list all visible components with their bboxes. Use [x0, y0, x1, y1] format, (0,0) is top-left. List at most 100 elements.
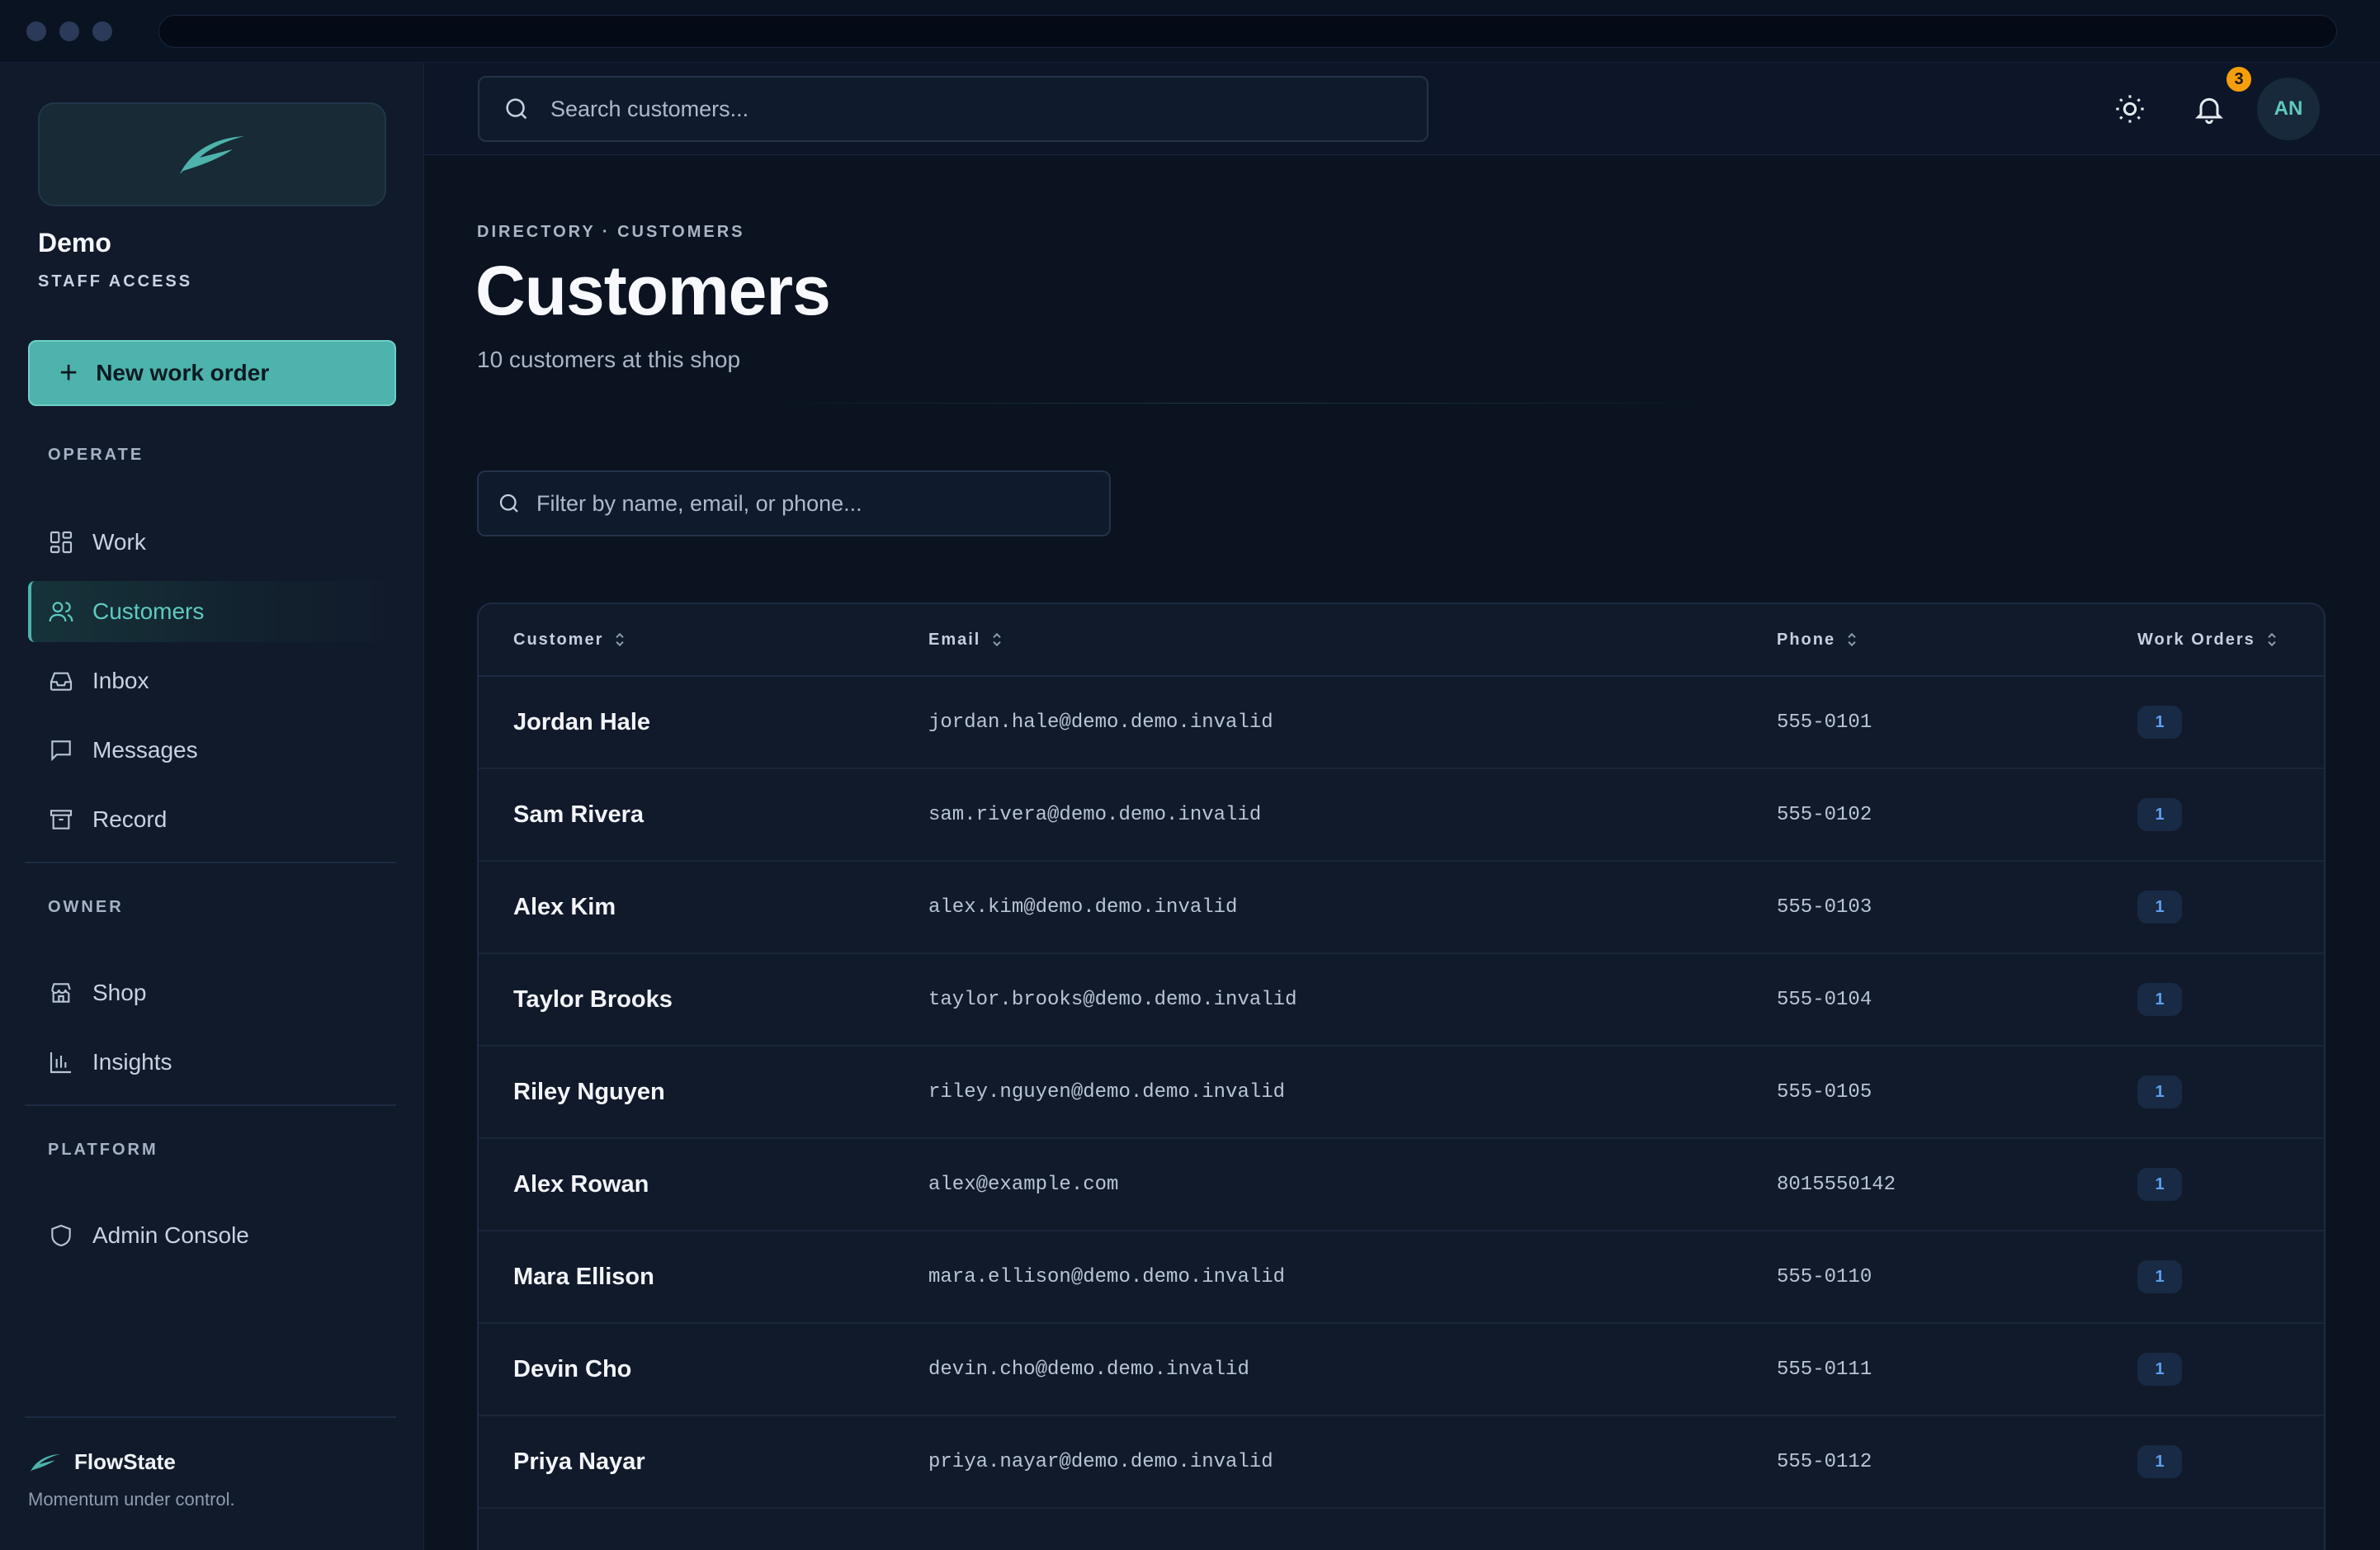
theme-toggle-button[interactable] [2110, 89, 2150, 129]
column-label: Customer [513, 630, 604, 649]
sidebar-item-record[interactable]: Record [28, 789, 396, 850]
customer-name[interactable]: Alex Kim [513, 894, 616, 921]
column-header-work-orders[interactable]: Work Orders [2137, 631, 2278, 650]
table-header: Customer Email Phone Work Orders [479, 604, 2324, 677]
avatar[interactable]: AN [2257, 78, 2320, 140]
shop-role: STAFF ACCESS [38, 272, 193, 291]
sort-icon [616, 632, 625, 647]
customer-phone: 8015550142 [1777, 1173, 1896, 1196]
table-row[interactable] [479, 1509, 2324, 1550]
window-controls [26, 21, 158, 41]
column-header-email[interactable]: Email [928, 631, 1003, 650]
filter-input[interactable] [536, 490, 1088, 517]
page-title: Customers [475, 252, 831, 329]
column-header-customer[interactable]: Customer [513, 631, 626, 650]
grid-icon [50, 531, 73, 554]
address-bar[interactable] [158, 15, 2337, 48]
sort-icon [993, 632, 1002, 647]
topbar: 3 AN [425, 63, 2380, 155]
brand-footer: FlowState [28, 1449, 176, 1475]
sort-icon [1848, 632, 1856, 647]
customer-name[interactable]: Taylor Brooks [513, 986, 673, 1014]
table-row[interactable]: Taylor Brooks taylor.brooks@demo.demo.in… [479, 954, 2324, 1047]
customer-email: alex.kim@demo.demo.invalid [928, 896, 1238, 919]
shop-name: Demo [38, 228, 111, 258]
customer-email: mara.ellison@demo.demo.invalid [928, 1265, 1286, 1288]
work-orders-count: 1 [2137, 1168, 2182, 1201]
sidebar-item-label: Insights [92, 1049, 172, 1075]
table-row[interactable]: Alex Kim alex.kim@demo.demo.invalid 555-… [479, 862, 2324, 954]
table-row[interactable]: Priya Nayar priya.nayar@demo.demo.invali… [479, 1416, 2324, 1509]
column-label: Email [928, 630, 981, 649]
customer-name[interactable]: Riley Nguyen [513, 1079, 665, 1106]
sidebar-divider [25, 862, 396, 863]
window-minimize-dot[interactable] [59, 21, 79, 41]
customer-name[interactable]: Sam Rivera [513, 801, 644, 829]
work-orders-count: 1 [2137, 1445, 2182, 1478]
sidebar-item-messages[interactable]: Messages [28, 720, 396, 781]
customer-phone: 555-0102 [1777, 803, 1872, 826]
window-chrome [0, 0, 2380, 63]
table-row[interactable]: Jordan Hale jordan.hale@demo.demo.invali… [479, 677, 2324, 769]
work-orders-count: 1 [2137, 983, 2182, 1016]
sidebar-item-admin-console[interactable]: Admin Console [28, 1205, 396, 1266]
customer-phone: 555-0111 [1777, 1358, 1872, 1381]
sidebar-item-customers[interactable]: Customers [28, 581, 396, 642]
customer-name[interactable]: Priya Nayar [513, 1448, 645, 1476]
customer-email: taylor.brooks@demo.demo.invalid [928, 988, 1297, 1011]
notifications-button[interactable] [2189, 89, 2229, 129]
customer-name[interactable]: Alex Rowan [513, 1171, 649, 1198]
sidebar-divider [25, 1104, 396, 1106]
leaf-logo-icon [30, 1453, 61, 1472]
customer-search[interactable] [478, 76, 1428, 142]
customer-phone: 555-0105 [1777, 1080, 1872, 1103]
customers-table: Customer Email Phone Work Orders Jordan … [477, 603, 2326, 1550]
table-row[interactable]: Devin Cho devin.cho@demo.demo.invalid 55… [479, 1324, 2324, 1416]
users-icon [49, 602, 73, 622]
message-icon [51, 740, 71, 762]
customer-email: devin.cho@demo.demo.invalid [928, 1358, 1249, 1381]
sidebar-item-label: Shop [92, 980, 147, 1005]
section-label-owner: OWNER [48, 898, 124, 916]
customer-phone: 555-0110 [1777, 1265, 1872, 1288]
header-divider [743, 403, 1733, 404]
brand-tagline: Momentum under control. [28, 1489, 235, 1510]
work-orders-count: 1 [2137, 1260, 2182, 1293]
search-icon [506, 98, 527, 120]
sidebar-item-work[interactable]: Work [28, 512, 396, 573]
customer-phone: 555-0104 [1777, 988, 1872, 1011]
sidebar-item-inbox[interactable]: Inbox [28, 650, 396, 711]
table-row[interactable]: Mara Ellison mara.ellison@demo.demo.inva… [479, 1231, 2324, 1324]
notification-badge: 3 [2224, 64, 2254, 94]
sidebar-divider [25, 1416, 396, 1418]
customer-name[interactable]: Jordan Hale [513, 709, 650, 736]
customer-email: jordan.hale@demo.demo.invalid [928, 711, 1273, 734]
new-work-order-button[interactable]: + New work order [28, 340, 396, 406]
work-orders-count: 1 [2137, 891, 2182, 924]
table-row[interactable]: Sam Rivera sam.rivera@demo.demo.invalid … [479, 769, 2324, 862]
customer-phone: 555-0103 [1777, 896, 1872, 919]
page-subtitle: 10 customers at this shop [477, 347, 741, 372]
search-input[interactable] [550, 96, 1382, 122]
brand-name: FlowState [74, 1449, 176, 1474]
table-row[interactable]: Riley Nguyen riley.nguyen@demo.demo.inva… [479, 1047, 2324, 1139]
window-close-dot[interactable] [26, 21, 46, 41]
table-row[interactable]: Alex Rowan alex@example.com 8015550142 1 [479, 1139, 2324, 1231]
column-header-phone[interactable]: Phone [1777, 631, 1858, 650]
window-maximize-dot[interactable] [92, 21, 112, 41]
customer-name[interactable]: Mara Ellison [513, 1264, 654, 1291]
work-orders-count: 1 [2137, 706, 2182, 739]
customer-filter[interactable] [477, 470, 1111, 536]
sun-icon [2116, 95, 2144, 123]
sidebar-item-label: Record [92, 806, 168, 832]
sidebar-item-shop[interactable]: Shop [28, 962, 396, 1023]
bar-chart-icon [50, 1052, 71, 1074]
inbox-icon [50, 672, 73, 691]
new-work-order-label: New work order [96, 360, 270, 385]
sort-icon [2268, 632, 2276, 647]
column-label: Work Orders [2137, 630, 2255, 649]
sidebar: Demo STAFF ACCESS + New work order OPERA… [0, 63, 424, 1550]
customer-name[interactable]: Devin Cho [513, 1356, 631, 1383]
shop-logo-card[interactable] [38, 102, 386, 206]
sidebar-item-insights[interactable]: Insights [28, 1032, 396, 1093]
